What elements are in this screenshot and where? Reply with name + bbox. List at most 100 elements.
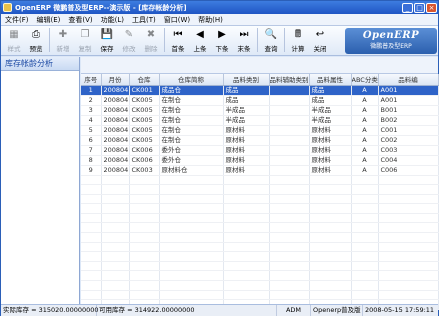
empty-row	[81, 184, 439, 195]
table-cell: 6	[81, 135, 102, 146]
calculator-icon: 🖩	[295, 29, 301, 40]
table-row[interactable]: 8 200804 CK006 委外仓 原材料 原材料 A C004	[81, 155, 439, 166]
empty-cell	[81, 270, 102, 282]
column-header[interactable]: 序号	[81, 74, 102, 86]
menu-item-3[interactable]: 功能(L)	[97, 15, 128, 25]
column-header[interactable]: 仓库简称	[159, 74, 224, 86]
menu-item-4[interactable]: 工具(T)	[128, 15, 160, 25]
empty-cell	[378, 232, 439, 243]
toolbar-label: 计算	[291, 45, 305, 53]
title-bar: OpenERP 微鹏普及型ERP--演示版 - [库存帐龄分析] _ □ ×	[1, 1, 438, 14]
table-cell: CK005	[129, 115, 160, 126]
table-row[interactable]: 9 200804 CK003 原材料仓 原材料 原材料 A C006	[81, 165, 439, 176]
column-header[interactable]: 品料编	[378, 74, 439, 86]
table-cell: 成品	[223, 95, 270, 106]
empty-cell	[81, 280, 102, 291]
column-header[interactable]: 仓库	[129, 74, 160, 86]
column-header[interactable]: ABC分类	[351, 74, 379, 86]
empty-cell	[269, 270, 310, 282]
save-button[interactable]: 💾 保存	[96, 26, 118, 54]
table-row[interactable]: 5 200804 CK005 在制仓 原材料 原材料 A C001	[81, 125, 439, 136]
table-row[interactable]: 7 200804 CK006 委外仓 原材料 原材料 A C003	[81, 145, 439, 156]
table-row[interactable]: 2 200804 CK005 在制仓 成品 成品 A A001	[81, 95, 439, 106]
empty-cell	[101, 222, 130, 234]
column-header[interactable]: 月份	[101, 74, 130, 86]
toolbar-label: 修改	[122, 45, 136, 53]
empty-cell	[129, 290, 160, 301]
menu-item-1[interactable]: 编辑(E)	[33, 15, 65, 25]
menu-item-5[interactable]: 窗口(W)	[160, 15, 194, 25]
empty-cell	[81, 261, 102, 272]
column-header[interactable]: 品料辅助类别	[269, 74, 310, 86]
empty-cell	[129, 194, 160, 205]
edit-button[interactable]: ✎ 修改	[118, 26, 140, 54]
table-cell: C003	[378, 145, 439, 156]
empty-cell	[269, 222, 310, 234]
new-button[interactable]: ✚ 新增	[52, 26, 74, 54]
empty-cell	[269, 184, 310, 195]
style-button[interactable]: ▦ 样式	[3, 26, 25, 54]
empty-row	[81, 280, 439, 291]
copy-button[interactable]: ❐ 复制	[74, 26, 96, 54]
next-button[interactable]: ▶ 下条	[211, 26, 233, 54]
table-cell: CK005	[129, 95, 160, 106]
table-cell: 成品	[309, 85, 352, 96]
calculator-button[interactable]: 🖩 计算	[287, 26, 309, 54]
empty-cell	[269, 251, 310, 262]
table-cell: 原材料	[309, 165, 352, 176]
menu-item-6[interactable]: 帮助(H)	[194, 15, 227, 25]
close-button[interactable]: ×	[426, 2, 437, 13]
table-cell: 半成品	[223, 105, 270, 116]
table-row[interactable]: 1 200804 CK001 成品仓 成品 成品 A A001	[81, 85, 439, 96]
table-cell: 原材料	[309, 155, 352, 166]
empty-cell	[269, 175, 310, 186]
data-grid: 序号 月份 仓库 仓库简称 品料类别 品料辅助类别 品料属性 ABC分类 品料编 1 200804…	[81, 74, 439, 310]
first-button[interactable]: ⏮ 首条	[167, 26, 189, 54]
empty-cell	[351, 290, 379, 301]
minimize-button[interactable]: _	[402, 2, 413, 13]
table-cell: 200804	[101, 105, 130, 116]
empty-cell	[351, 261, 379, 272]
column-header[interactable]: 品料属性	[309, 74, 352, 86]
preview-button[interactable]: ⎙ 预览	[25, 26, 47, 54]
table-cell: 200804	[101, 135, 130, 146]
empty-cell	[351, 270, 379, 282]
prev-button[interactable]: ◀ 上条	[189, 26, 211, 54]
empty-cell	[269, 213, 310, 224]
table-row[interactable]: 6 200804 CK005 在制仓 原材料 原材料 A C002	[81, 135, 439, 146]
table-cell	[269, 105, 310, 116]
table-cell: 4	[81, 115, 102, 126]
table-cell: 在制仓	[159, 135, 224, 146]
table-cell	[269, 165, 310, 176]
empty-cell	[81, 213, 102, 224]
menu-item-0[interactable]: 文件(F)	[1, 15, 33, 25]
table-row[interactable]: 4 200804 CK005 在制仓 半成品 半成品 A B002	[81, 115, 439, 126]
menu-item-2[interactable]: 查看(V)	[64, 15, 96, 25]
last-button[interactable]: ⏭ 末条	[233, 26, 255, 54]
table-cell: A	[351, 165, 379, 176]
table-cell: 200804	[101, 95, 130, 106]
maximize-button[interactable]: □	[414, 2, 425, 13]
toolbar-separator	[49, 28, 50, 52]
empty-row	[81, 232, 439, 243]
empty-cell	[129, 261, 160, 272]
empty-cell	[309, 280, 352, 291]
close-arrow-button[interactable]: ↩ 关闭	[309, 26, 331, 54]
empty-cell	[269, 194, 310, 205]
empty-cell	[351, 251, 379, 262]
table-cell: 成品	[223, 85, 270, 96]
table-cell: 原材料	[309, 135, 352, 146]
column-header[interactable]: 品料类别	[223, 74, 270, 86]
next-icon: ▶	[218, 29, 226, 40]
table-cell: CK006	[129, 155, 160, 166]
table-cell	[269, 95, 310, 106]
table-row[interactable]: 3 200804 CK005 在制仓 半成品 半成品 A B001	[81, 105, 439, 116]
delete-button[interactable]: ✖ 删除	[140, 26, 162, 54]
empty-cell	[101, 194, 130, 205]
table-cell: 成品	[309, 95, 352, 106]
empty-cell	[223, 222, 270, 234]
search-button[interactable]: 🔍 查询	[260, 26, 282, 54]
empty-cell	[223, 270, 270, 282]
delete-icon: ✖	[146, 29, 156, 40]
table-cell: C001	[378, 125, 439, 136]
